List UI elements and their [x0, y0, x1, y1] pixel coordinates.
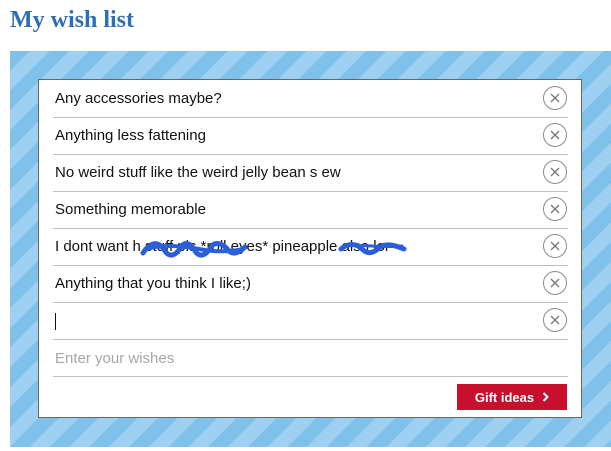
page-title: My wish list — [10, 7, 135, 33]
remove-wish-button[interactable] — [543, 86, 567, 110]
remove-wish-button[interactable] — [543, 197, 567, 221]
close-icon — [550, 130, 560, 140]
close-icon — [550, 93, 560, 103]
wish-row: I dont want h stuff pls *roll eyes* pine… — [53, 229, 568, 266]
remove-wish-button[interactable] — [543, 234, 567, 258]
wish-row-editing — [53, 303, 568, 340]
new-wish-input[interactable] — [53, 340, 570, 376]
gift-ideas-label: Gift ideas — [474, 389, 535, 405]
wish-text[interactable]: Something memorable — [55, 201, 206, 219]
remove-wish-button[interactable] — [543, 123, 567, 147]
text-caret — [55, 313, 56, 330]
wish-row: No weird stuff like the weird jelly bean… — [53, 155, 568, 192]
chevron-right-icon — [542, 392, 550, 402]
close-icon — [550, 315, 560, 325]
remove-wish-button[interactable] — [543, 271, 567, 295]
wish-row: Anything less fattening — [53, 118, 568, 155]
wish-text[interactable]: No weird stuff like the weird jelly bean… — [55, 164, 341, 182]
close-icon — [550, 241, 560, 251]
close-icon — [550, 278, 560, 288]
wish-edit-input[interactable] — [53, 303, 527, 339]
wish-text[interactable]: Anything that you think I like;) — [55, 275, 251, 293]
wishlist-card: Any accessories maybe? Anything less fat… — [38, 79, 582, 418]
wish-list: Any accessories maybe? Anything less fat… — [53, 81, 570, 377]
close-icon — [550, 204, 560, 214]
gift-ideas-button[interactable]: Gift ideas — [457, 384, 567, 410]
close-icon — [550, 167, 560, 177]
wish-row: Anything that you think I like;) — [53, 266, 568, 303]
remove-wish-button[interactable] — [543, 308, 567, 332]
wishlist-page: My wish list Any accessories maybe? Anyt… — [0, 0, 611, 451]
wish-row: Something memorable — [53, 192, 568, 229]
new-wish-row — [53, 340, 570, 377]
wish-text[interactable]: Anything less fattening — [55, 127, 206, 145]
remove-wish-button[interactable] — [543, 160, 567, 184]
wish-text[interactable]: I dont want h stuff pls *roll eyes* pine… — [55, 238, 390, 256]
wish-row: Any accessories maybe? — [53, 81, 568, 118]
wish-text[interactable]: Any accessories maybe? — [55, 90, 222, 108]
